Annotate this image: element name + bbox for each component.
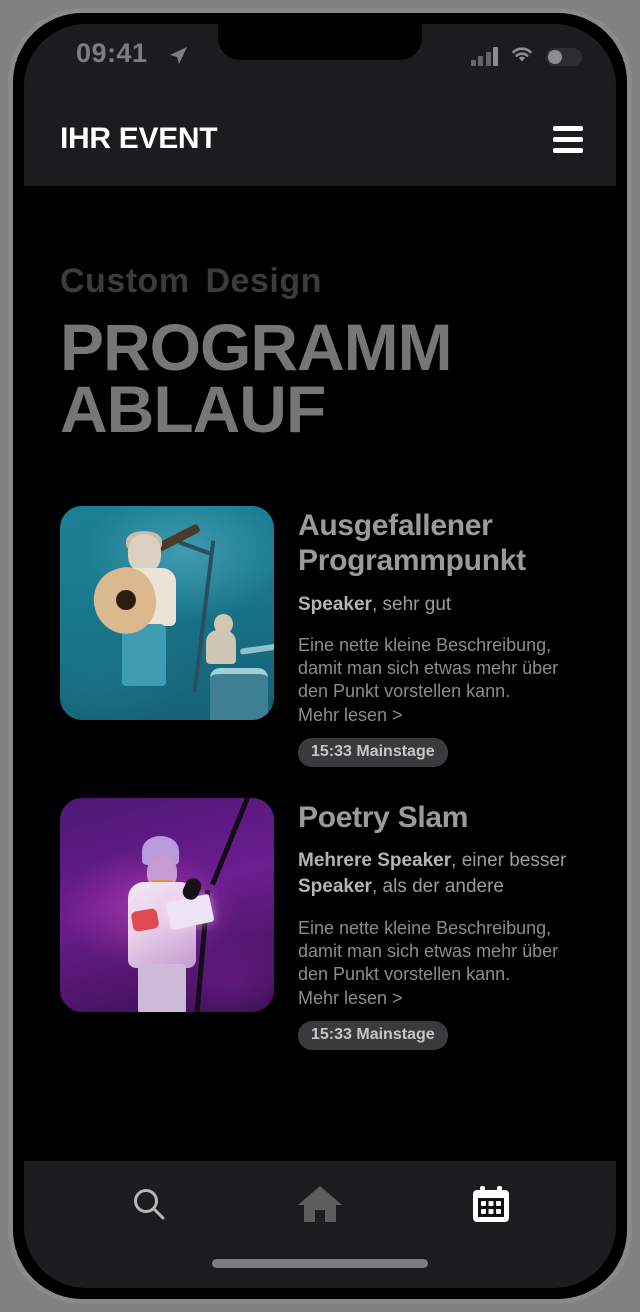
list-item-title: Poetry Slam xyxy=(298,800,469,834)
home-indicator[interactable] xyxy=(212,1259,428,1268)
list-item-body: Ausgefallener Programmpunkt Speaker, seh… xyxy=(298,506,580,767)
list-item-speaker: Speaker, sehr gut xyxy=(298,592,580,618)
list-item-speaker: Mehrere Speaker, einer besser Speaker, a… xyxy=(298,848,580,900)
concert-guitarist-photo[interactable] xyxy=(60,505,274,720)
bottom-navigation-bar xyxy=(24,1161,616,1288)
list-item-description: Eine nette kleine Beschreibung, damit ma… xyxy=(298,634,559,701)
program-list: Ausgefallener Programmpunkt Speaker, seh… xyxy=(24,505,616,1050)
phone-screen: 09:41 IHR EVENT Custom Design PROGRAMM A… xyxy=(24,24,616,1288)
status-badge: 15:33 Mainstage xyxy=(298,737,448,767)
speaker-note-2: , als der andere xyxy=(371,876,504,898)
bottom-nav-items xyxy=(24,1161,616,1247)
hero-title: PROGRAMM ABLAUF xyxy=(60,309,580,446)
hamburger-menu-icon[interactable] xyxy=(553,125,583,153)
search-icon[interactable] xyxy=(119,1174,179,1234)
read-more-link[interactable]: Mehr lesen > xyxy=(298,988,580,1009)
speaker-name: Mehrere Speaker xyxy=(298,850,452,872)
speaker-name-2: Speaker xyxy=(298,876,372,898)
speaker-name: Speaker xyxy=(298,593,372,615)
app-header: IHR EVENT xyxy=(24,92,616,186)
read-more-link[interactable]: Mehr lesen > xyxy=(298,705,580,726)
status-bar-indicators xyxy=(470,44,582,69)
cellular-signal-icon xyxy=(470,47,498,66)
poetry-slam-performer-photo[interactable] xyxy=(60,797,274,1012)
notch xyxy=(218,24,422,60)
hero-title-line-1: PROGRAMM xyxy=(60,309,453,384)
speaker-note: , sehr gut xyxy=(371,593,452,615)
list-item-description: Eine nette kleine Beschreibung, damit ma… xyxy=(298,917,559,984)
list-item[interactable]: Ausgefallener Programmpunkt Speaker, seh… xyxy=(60,505,580,767)
hero-section: Custom Design PROGRAMM ABLAUF xyxy=(24,186,616,446)
hamburger-bar xyxy=(553,136,583,142)
status-badge: 15:33 Mainstage xyxy=(298,1020,448,1050)
wifi-icon xyxy=(509,44,535,69)
hamburger-bar xyxy=(553,147,583,153)
hero-title-line-2: ABLAUF xyxy=(60,371,326,446)
main-content: Custom Design PROGRAMM ABLAUF Ausgefalle… xyxy=(24,186,616,1161)
calendar-icon[interactable] xyxy=(461,1174,521,1234)
home-icon[interactable] xyxy=(290,1174,350,1234)
hero-eyebrow: Custom Design xyxy=(60,262,322,300)
list-item-body: Poetry Slam Mehrere Speaker, einer besse… xyxy=(298,798,580,1050)
battery-icon xyxy=(546,47,582,66)
list-item[interactable]: Poetry Slam Mehrere Speaker, einer besse… xyxy=(60,797,580,1050)
speaker-note: , einer besser xyxy=(451,850,567,872)
list-item-title: Ausgefallener Programmpunkt xyxy=(298,508,526,578)
page-title: IHR EVENT xyxy=(60,122,218,155)
status-bar: 09:41 xyxy=(24,24,616,92)
status-bar-time: 09:41 xyxy=(76,38,148,68)
hamburger-bar xyxy=(553,125,583,131)
location-arrow-icon xyxy=(167,45,189,72)
phone-frame: 09:41 IHR EVENT Custom Design PROGRAMM A… xyxy=(8,8,632,1304)
